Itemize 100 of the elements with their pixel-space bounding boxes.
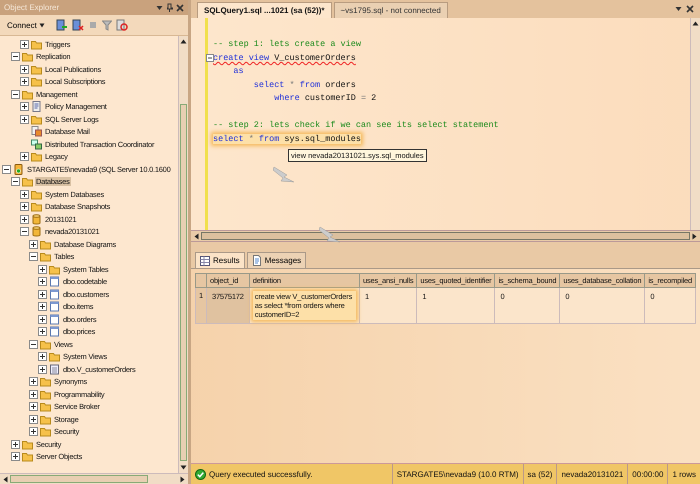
right-arrow-icon — [692, 232, 697, 240]
code-line: create view V_customerOrders — [213, 52, 356, 63]
expander-icon[interactable] — [20, 114, 29, 124]
expander-icon[interactable] — [29, 240, 38, 249]
server-icon — [13, 164, 24, 175]
panel-title: Object Explorer — [4, 3, 60, 12]
folder-icon — [40, 414, 51, 425]
view-icon — [49, 364, 60, 375]
expander-icon[interactable] — [2, 164, 11, 174]
expander-icon[interactable] — [20, 77, 29, 86]
folder-icon — [40, 251, 51, 262]
mail-icon — [31, 126, 42, 138]
folder-icon — [40, 238, 51, 250]
arrow-icon — [319, 225, 341, 243]
arrow-icon — [273, 165, 295, 183]
code-line: -- step 1: lets create a view — [213, 39, 361, 50]
database-icon — [31, 226, 42, 238]
folder-icon — [49, 351, 60, 362]
left-arrow-icon — [194, 232, 199, 240]
expander-icon[interactable] — [38, 277, 47, 286]
folder-icon — [40, 388, 51, 400]
expander-icon[interactable] — [20, 64, 29, 74]
expander-icon[interactable] — [20, 152, 29, 162]
expander-icon[interactable] — [38, 352, 47, 362]
status-field: 1 rows — [667, 464, 700, 484]
expander-icon[interactable] — [29, 414, 38, 424]
scroll-thumb[interactable] — [201, 232, 690, 240]
code-line: as — [232, 66, 244, 76]
expander-icon[interactable] — [20, 202, 29, 212]
folder-icon — [22, 88, 33, 100]
table-icon — [49, 326, 60, 338]
code-line: select * from orders — [252, 80, 356, 90]
expander-icon[interactable] — [38, 327, 47, 336]
close-icon[interactable] — [176, 4, 184, 12]
up-arrow-icon — [692, 21, 699, 26]
connect-button[interactable]: Connect — [4, 20, 48, 30]
expander-icon[interactable] — [38, 302, 47, 312]
close-icon[interactable] — [686, 5, 694, 13]
expander-icon[interactable] — [20, 227, 29, 236]
dropdown-icon[interactable] — [156, 4, 163, 10]
editor-tab[interactable]: SQLQuery1.sql ...1021 (sa (52))* — [197, 2, 332, 18]
expander-icon[interactable] — [38, 364, 47, 374]
expander-icon[interactable] — [29, 402, 38, 412]
folder-icon — [31, 188, 42, 200]
expander-icon[interactable] — [11, 52, 20, 62]
folder-icon — [22, 51, 33, 62]
expander-icon[interactable] — [11, 177, 20, 186]
left-arrow-icon — [3, 476, 8, 482]
folder-icon — [31, 201, 42, 212]
expander-icon[interactable] — [29, 252, 38, 262]
folder-icon — [40, 401, 51, 412]
expander-icon[interactable] — [20, 190, 29, 199]
dropdown-icon[interactable] — [675, 6, 682, 12]
expander-icon[interactable] — [29, 340, 38, 349]
expander-icon[interactable] — [20, 102, 29, 112]
check-icon — [195, 468, 206, 480]
collapse-icon[interactable] — [206, 54, 214, 62]
network-icon — [31, 138, 42, 150]
expander-icon[interactable] — [29, 390, 38, 399]
expander-icon[interactable] — [38, 290, 47, 299]
scrollbar[interactable] — [178, 36, 188, 473]
filter-icon[interactable] — [102, 20, 112, 30]
scroll-icon — [31, 101, 42, 112]
expander-icon[interactable] — [11, 440, 20, 449]
scrollbar[interactable] — [0, 473, 188, 484]
scrollbar[interactable] — [690, 18, 700, 230]
table-icon — [49, 314, 60, 325]
grid-corner — [196, 274, 206, 288]
expander-icon[interactable] — [38, 314, 47, 324]
expander-icon[interactable] — [11, 452, 20, 462]
code-line: where customerID = 2 — [273, 93, 376, 104]
scroll-thumb[interactable] — [180, 104, 187, 461]
expander-icon[interactable] — [38, 264, 47, 274]
scrollbar[interactable] — [191, 230, 700, 242]
expander-icon[interactable] — [29, 427, 38, 436]
results-tab[interactable]: Messages — [246, 252, 306, 268]
folder-icon — [31, 76, 42, 88]
pin-icon[interactable] — [166, 3, 173, 12]
up-arrow-icon — [180, 39, 187, 44]
folder-icon — [31, 114, 42, 125]
table-icon — [49, 288, 60, 300]
status-field: sa (52) — [522, 464, 556, 484]
folder-icon — [31, 151, 42, 162]
code-line: -- step 2: lets check if we can see its select statement — [213, 120, 499, 130]
folder-icon — [22, 176, 33, 188]
folder-icon — [31, 64, 42, 75]
folder-icon — [22, 438, 33, 450]
expander-icon[interactable] — [11, 90, 20, 99]
table-icon — [49, 301, 60, 312]
editor-tab[interactable]: ~vs1795.sql - not connected — [334, 2, 448, 18]
results-tab[interactable]: Results — [195, 252, 245, 268]
expander-icon[interactable] — [20, 40, 29, 49]
grid-icon — [200, 256, 210, 266]
connect-server-icon[interactable] — [56, 19, 68, 31]
expander-icon[interactable] — [29, 377, 38, 386]
disconnect-icon[interactable] — [72, 19, 84, 31]
folder-icon — [40, 426, 51, 438]
status-field: 00:00:00 — [627, 464, 668, 484]
expander-icon[interactable] — [20, 214, 29, 224]
scroll-thumb[interactable] — [10, 475, 148, 483]
